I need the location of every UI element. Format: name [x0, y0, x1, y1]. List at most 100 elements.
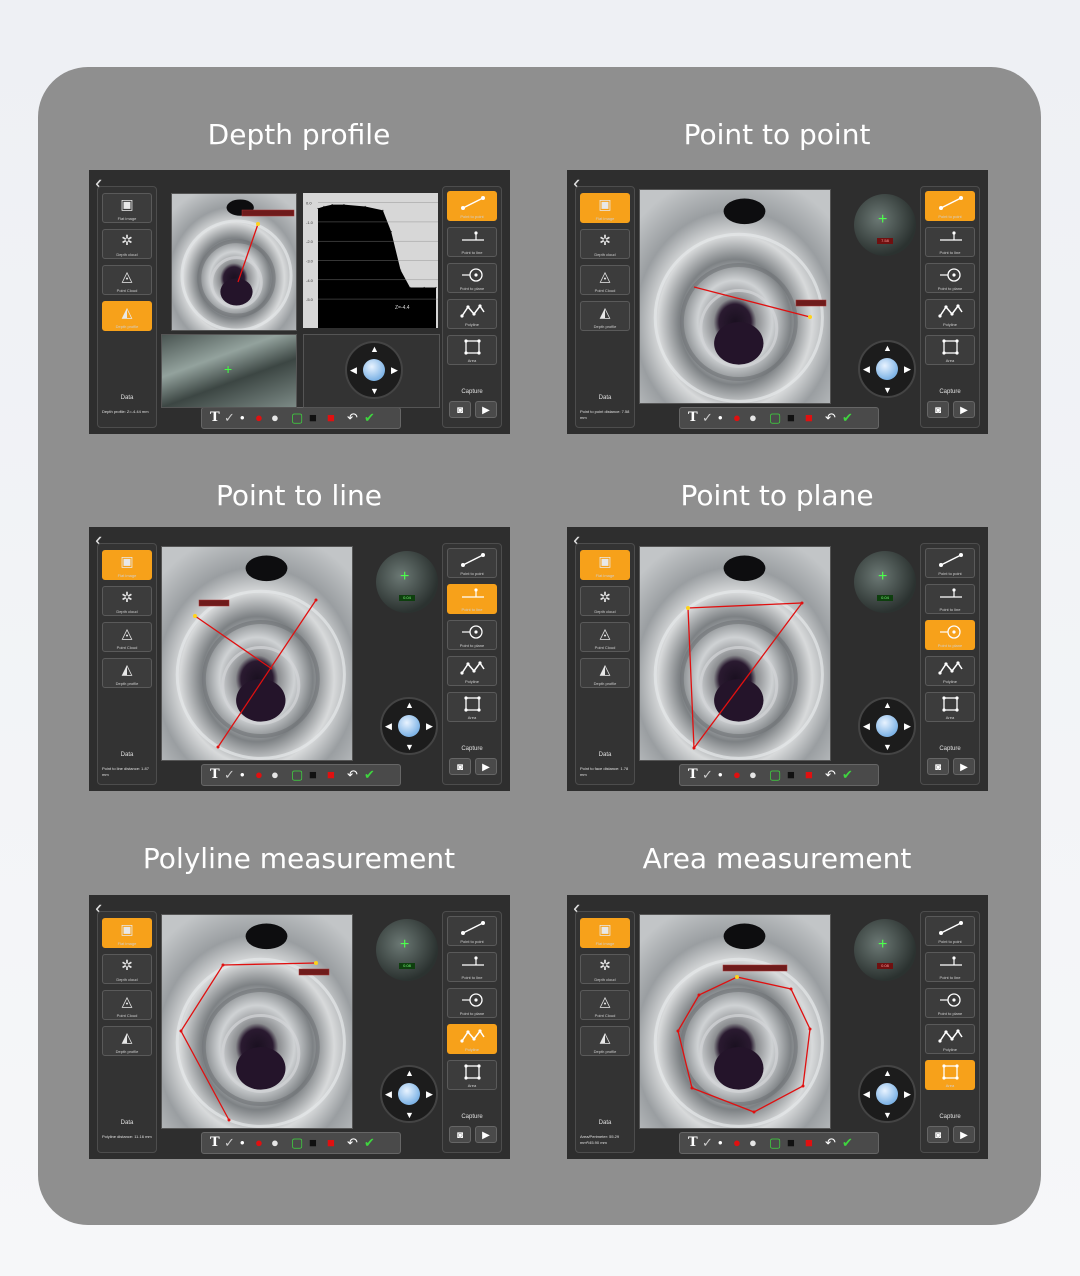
- tool-point-to-line[interactable]: Point to line: [925, 227, 975, 257]
- pen-icon[interactable]: ✓: [224, 410, 235, 425]
- dot-icon[interactable]: •: [240, 767, 245, 782]
- arrow-left-icon[interactable]: ◀: [863, 365, 870, 374]
- tool-point-to-line[interactable]: Point to line: [925, 952, 975, 982]
- tool-point-to-plane[interactable]: Point to plane: [925, 988, 975, 1018]
- mode-flat-image[interactable]: ▣ Flat image: [580, 550, 630, 580]
- arrow-up-icon[interactable]: ▲: [883, 344, 892, 353]
- green-square-icon[interactable]: ▢: [769, 767, 781, 782]
- arrow-left-icon[interactable]: ◀: [863, 722, 870, 731]
- pen-icon[interactable]: ✓: [224, 1135, 235, 1150]
- joystick-knob[interactable]: [398, 715, 420, 737]
- black-square-icon[interactable]: ■: [309, 1135, 317, 1150]
- red-dot-icon[interactable]: ●: [733, 767, 741, 782]
- mode-depth-cloud[interactable]: ✲ Depth cloud: [102, 229, 152, 259]
- white-circle-icon[interactable]: ●: [271, 767, 279, 782]
- red-square-icon[interactable]: ■: [327, 410, 335, 425]
- tool-point-to-plane[interactable]: Point to plane: [447, 620, 497, 650]
- navigation-joystick[interactable]: ▲ ▼ ◀ ▶: [380, 697, 438, 755]
- dot-icon[interactable]: •: [718, 1135, 723, 1150]
- mode-flat-image[interactable]: ▣ Flat image: [102, 550, 152, 580]
- text-icon[interactable]: T: [688, 1135, 698, 1150]
- arrow-right-icon[interactable]: ▶: [426, 722, 433, 731]
- red-square-icon[interactable]: ■: [327, 1135, 335, 1150]
- green-square-icon[interactable]: ▢: [291, 767, 303, 782]
- pen-icon[interactable]: ✓: [702, 1135, 713, 1150]
- mode-point-cloud[interactable]: ◬ Point Cloud: [580, 622, 630, 652]
- joystick-knob[interactable]: [876, 358, 898, 380]
- undo-icon[interactable]: ↶: [347, 1135, 358, 1150]
- green-square-icon[interactable]: ▢: [769, 1135, 781, 1150]
- camera-icon[interactable]: ◙: [449, 758, 471, 775]
- arrow-left-icon[interactable]: ◀: [863, 1090, 870, 1099]
- arrow-right-icon[interactable]: ▶: [391, 366, 398, 375]
- mode-point-cloud[interactable]: ◬ Point Cloud: [102, 990, 152, 1020]
- tool-point-to-point[interactable]: Point to point: [447, 191, 497, 221]
- tool-point-to-point[interactable]: Point to point: [447, 916, 497, 946]
- navigation-joystick[interactable]: ▲ ▼ ◀ ▶: [380, 1065, 438, 1123]
- mode-depth-cloud[interactable]: ✲ Depth cloud: [580, 586, 630, 616]
- arrow-right-icon[interactable]: ▶: [904, 1090, 911, 1099]
- camera-viewport[interactable]: [161, 546, 353, 761]
- mode-depth-profile[interactable]: ◭ Depth profile: [102, 301, 152, 331]
- black-square-icon[interactable]: ■: [787, 1135, 795, 1150]
- tool-area[interactable]: Area: [925, 335, 975, 365]
- mode-point-cloud[interactable]: ◬ Point Cloud: [580, 990, 630, 1020]
- white-circle-icon[interactable]: ●: [749, 1135, 757, 1150]
- mode-depth-cloud[interactable]: ✲ Depth cloud: [580, 229, 630, 259]
- tool-point-to-line[interactable]: Point to line: [447, 952, 497, 982]
- navigation-joystick[interactable]: ▲ ▼ ◀ ▶: [345, 341, 403, 399]
- arrow-right-icon[interactable]: ▶: [904, 722, 911, 731]
- tool-polyline[interactable]: Polyline: [925, 1024, 975, 1054]
- text-icon[interactable]: T: [688, 410, 698, 425]
- text-icon[interactable]: T: [210, 767, 220, 782]
- navigation-joystick[interactable]: ▲ ▼ ◀ ▶: [858, 340, 916, 398]
- black-square-icon[interactable]: ■: [787, 410, 795, 425]
- dot-icon[interactable]: •: [240, 410, 245, 425]
- mode-flat-image[interactable]: ▣ Flat image: [102, 918, 152, 948]
- text-icon[interactable]: T: [210, 1135, 220, 1150]
- arrow-down-icon[interactable]: ▼: [405, 743, 414, 752]
- mode-depth-profile[interactable]: ◭ Depth profile: [102, 1026, 152, 1056]
- video-icon[interactable]: ▶: [475, 758, 497, 775]
- camera-viewport[interactable]: [639, 914, 831, 1129]
- arrow-up-icon[interactable]: ▲: [405, 1069, 414, 1078]
- tool-point-to-plane[interactable]: Point to plane: [925, 620, 975, 650]
- undo-icon[interactable]: ↶: [825, 767, 836, 782]
- arrow-right-icon[interactable]: ▶: [904, 365, 911, 374]
- arrow-up-icon[interactable]: ▲: [883, 1069, 892, 1078]
- black-square-icon[interactable]: ■: [309, 410, 317, 425]
- joystick-knob[interactable]: [876, 1083, 898, 1105]
- arrow-left-icon[interactable]: ◀: [385, 1090, 392, 1099]
- tool-point-to-plane[interactable]: Point to plane: [925, 263, 975, 293]
- text-icon[interactable]: T: [688, 767, 698, 782]
- undo-icon[interactable]: ↶: [825, 1135, 836, 1150]
- camera-icon[interactable]: ◙: [927, 1126, 949, 1143]
- red-dot-icon[interactable]: ●: [733, 1135, 741, 1150]
- red-dot-icon[interactable]: ●: [255, 767, 263, 782]
- arrow-left-icon[interactable]: ◀: [385, 722, 392, 731]
- tool-polyline[interactable]: Polyline: [447, 299, 497, 329]
- tool-area[interactable]: Area: [925, 692, 975, 722]
- camera-viewport[interactable]: [171, 193, 297, 331]
- black-square-icon[interactable]: ■: [309, 767, 317, 782]
- camera-viewport[interactable]: [639, 546, 831, 761]
- tool-point-to-point[interactable]: Point to point: [447, 548, 497, 578]
- red-dot-icon[interactable]: ●: [255, 410, 263, 425]
- check-icon[interactable]: ✔: [842, 767, 853, 782]
- red-square-icon[interactable]: ■: [327, 767, 335, 782]
- green-square-icon[interactable]: ▢: [291, 410, 303, 425]
- navigation-joystick[interactable]: ▲ ▼ ◀ ▶: [858, 697, 916, 755]
- red-square-icon[interactable]: ■: [805, 410, 813, 425]
- arrow-down-icon[interactable]: ▼: [883, 1111, 892, 1120]
- mode-flat-image[interactable]: ▣ Flat image: [102, 193, 152, 223]
- undo-icon[interactable]: ↶: [347, 410, 358, 425]
- undo-icon[interactable]: ↶: [825, 410, 836, 425]
- arrow-down-icon[interactable]: ▼: [883, 386, 892, 395]
- red-square-icon[interactable]: ■: [805, 767, 813, 782]
- check-icon[interactable]: ✔: [364, 767, 375, 782]
- tool-point-to-point[interactable]: Point to point: [925, 548, 975, 578]
- arrow-down-icon[interactable]: ▼: [883, 743, 892, 752]
- green-square-icon[interactable]: ▢: [769, 410, 781, 425]
- arrow-up-icon[interactable]: ▲: [405, 701, 414, 710]
- camera-icon[interactable]: ◙: [927, 758, 949, 775]
